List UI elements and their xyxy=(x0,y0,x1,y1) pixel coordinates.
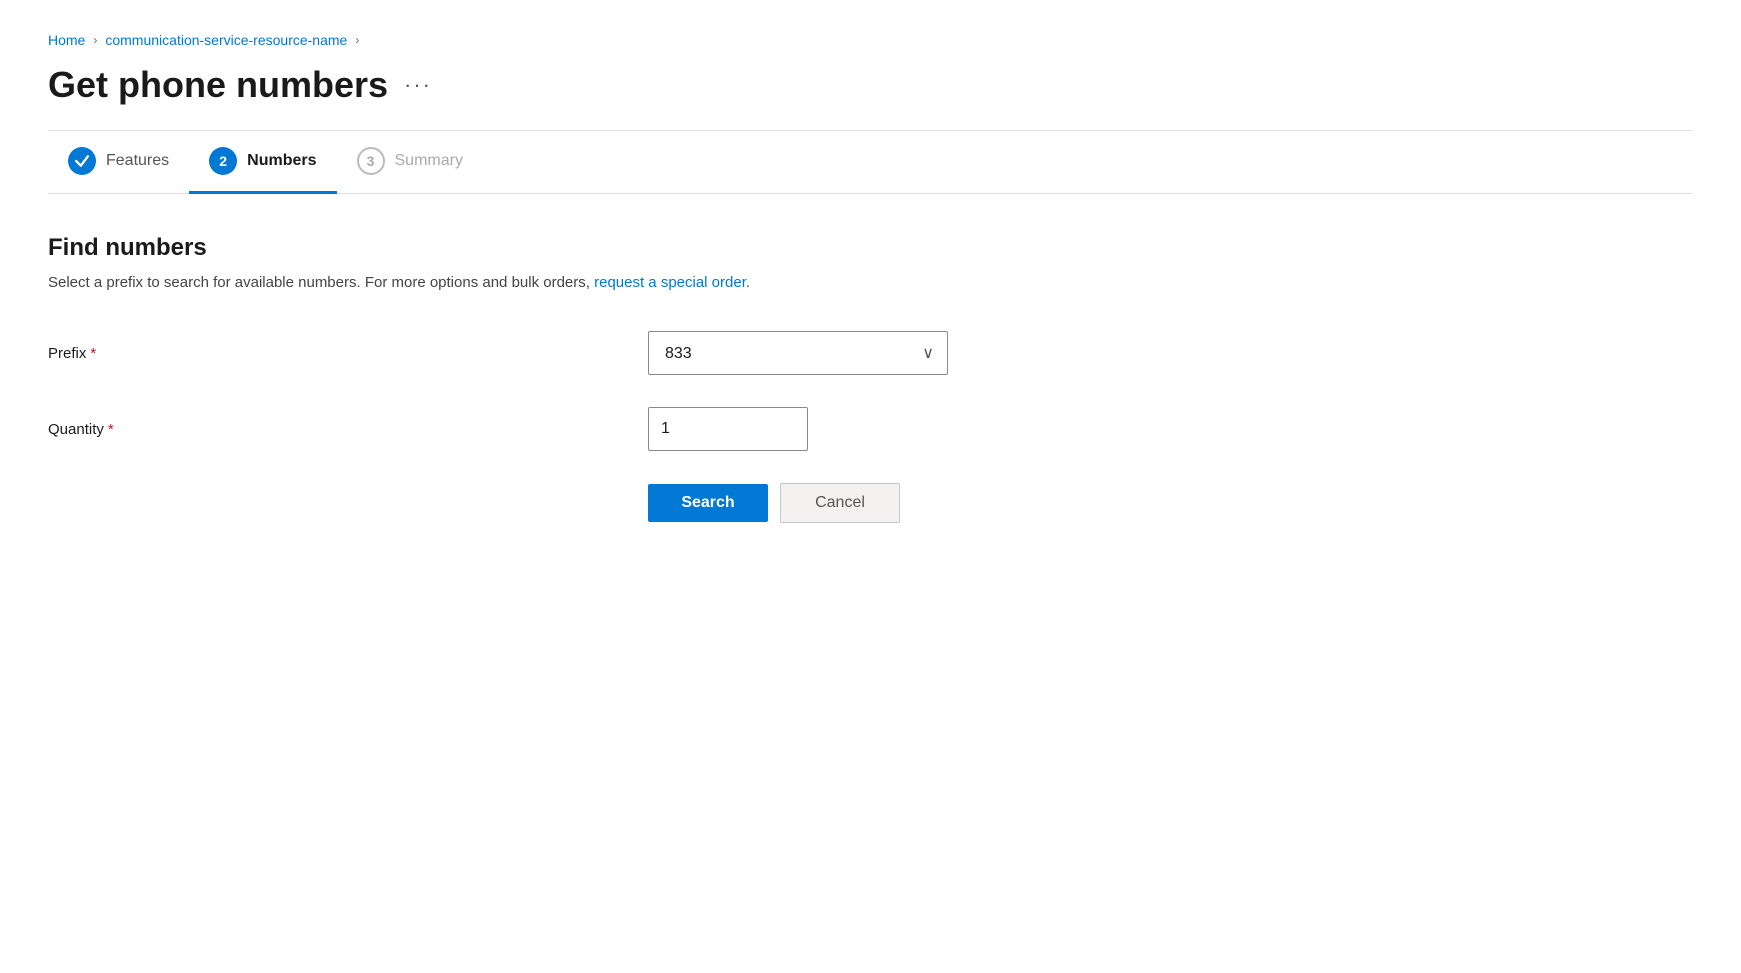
tab-summary: 3 Summary xyxy=(337,131,483,194)
breadcrumb-resource[interactable]: communication-service-resource-name xyxy=(105,32,347,48)
search-button[interactable]: Search xyxy=(648,484,768,522)
quantity-required-star: * xyxy=(108,421,114,438)
tab-features[interactable]: Features xyxy=(48,131,189,194)
breadcrumb: Home › communication-service-resource-na… xyxy=(48,32,1693,48)
prefix-select-wrapper: 800 833 844 855 866 877 888 ∨ xyxy=(648,331,948,375)
prefix-form-group: Prefix* 800 833 844 855 866 877 888 ∨ xyxy=(48,331,1693,375)
prefix-select[interactable]: 800 833 844 855 866 877 888 xyxy=(648,331,948,375)
tab-summary-icon: 3 xyxy=(357,147,385,175)
tab-features-icon xyxy=(68,147,96,175)
quantity-label: Quantity* xyxy=(48,421,648,438)
breadcrumb-home[interactable]: Home xyxy=(48,32,85,48)
prefix-label: Prefix* xyxy=(48,345,648,362)
find-numbers-section: Find numbers Select a prefix to search f… xyxy=(48,234,1693,523)
tab-numbers[interactable]: 2 Numbers xyxy=(189,131,336,194)
cancel-button[interactable]: Cancel xyxy=(780,483,900,523)
special-order-link[interactable]: request a special order xyxy=(594,274,746,291)
quantity-input[interactable] xyxy=(648,407,808,451)
page-header: Get phone numbers ··· xyxy=(48,64,1693,106)
tab-features-label: Features xyxy=(106,152,169,170)
tab-summary-label: Summary xyxy=(395,152,463,170)
find-numbers-description: Select a prefix to search for available … xyxy=(48,274,1693,291)
find-numbers-title: Find numbers xyxy=(48,234,1693,262)
quantity-form-group: Quantity* xyxy=(48,407,1693,451)
breadcrumb-separator-1: › xyxy=(93,33,97,47)
tabs-container: Features 2 Numbers 3 Summary xyxy=(48,131,1693,194)
breadcrumb-separator-2: › xyxy=(355,33,359,47)
page-menu-button[interactable]: ··· xyxy=(404,72,432,98)
tab-numbers-label: Numbers xyxy=(247,152,316,170)
prefix-required-star: * xyxy=(90,345,96,362)
page-title: Get phone numbers xyxy=(48,64,388,106)
tab-numbers-icon: 2 xyxy=(209,147,237,175)
action-buttons: Search Cancel xyxy=(648,483,1693,523)
